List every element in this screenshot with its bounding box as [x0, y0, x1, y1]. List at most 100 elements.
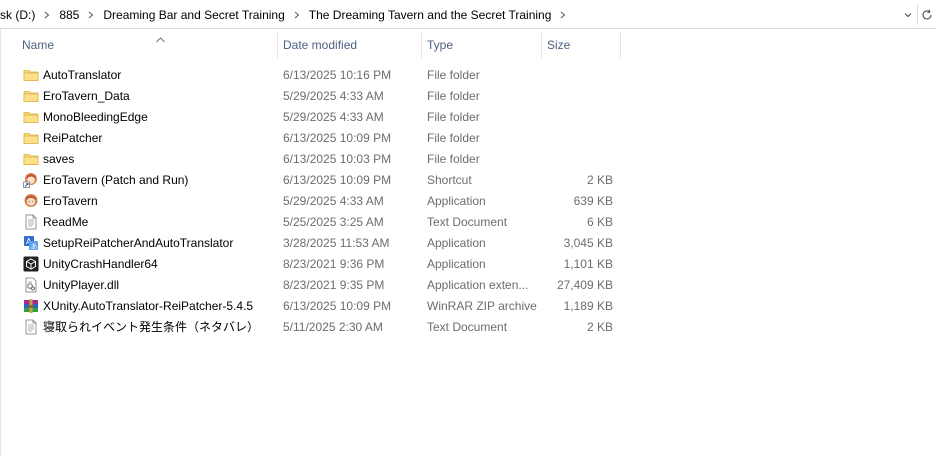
file-name-cell: EroTavern: [23, 190, 275, 211]
file-size: 6 KB: [586, 214, 613, 229]
file-name-cell: EroTavern (Patch and Run): [23, 169, 275, 190]
sort-ascending-icon: [156, 32, 165, 46]
file-type: File folder: [427, 67, 480, 82]
unity-icon: [23, 256, 39, 272]
column-header-type-label: Type: [427, 38, 454, 52]
file-row[interactable]: UnityCrashHandler64 8/23/2021 9:36 PM Appl…: [19, 253, 619, 274]
file-name-cell: AutoTranslator: [23, 64, 275, 85]
breadcrumb-885[interactable]: 885: [55, 8, 83, 22]
file-type: WinRAR ZIP archive: [427, 298, 537, 313]
breadcrumb: sk (D:) 885 Dreaming Bar and Secret Trai…: [0, 0, 571, 29]
file-date-modified: 5/29/2025 4:33 AM: [283, 109, 384, 124]
file-name: XUnity.AutoTranslator-ReiPatcher-5.4.5: [43, 298, 254, 313]
file-type: File folder: [427, 109, 480, 124]
file-date-modified: 8/23/2021 9:36 PM: [283, 256, 385, 271]
file-size: 1,101 KB: [563, 256, 613, 271]
navigation-pane-edge: [0, 29, 1, 457]
file-row[interactable]: MonoBleedingEdge 5/29/2025 4:33 AM File fo…: [19, 106, 619, 127]
address-bar-controls: [899, 0, 936, 29]
translator-app-icon: Aあ: [23, 235, 39, 251]
address-bar[interactable]: sk (D:) 885 Dreaming Bar and Secret Trai…: [0, 0, 936, 29]
chevron-down-icon[interactable]: [899, 1, 917, 29]
file-name: saves: [43, 151, 75, 166]
file-name: 寝取られイベント発生条件（ネタバレ）: [43, 320, 260, 334]
file-size: 27,409 KB: [556, 277, 613, 292]
file-row[interactable]: EroTavern_Data 5/29/2025 4:33 AM File fold…: [19, 85, 619, 106]
anime-app-icon: [23, 193, 39, 209]
file-size: 2 KB: [586, 319, 613, 334]
file-type: Text Document: [427, 319, 508, 334]
file-name-cell: UnityPlayer.dll: [23, 274, 275, 295]
file-type: File folder: [427, 151, 480, 166]
column-header-type[interactable]: Type: [421, 30, 542, 60]
column-header-name[interactable]: Name: [16, 30, 278, 60]
file-name-cell: UnityCrashHandler64: [23, 253, 275, 274]
breadcrumb-current-folder[interactable]: The Dreaming Tavern and the Secret Train…: [305, 8, 556, 22]
file-type: Shortcut: [427, 172, 472, 187]
file-type: Application exten...: [427, 277, 529, 292]
file-name: EroTavern (Patch and Run): [43, 172, 189, 187]
text-document-icon: [23, 214, 39, 230]
chevron-right-icon[interactable]: [83, 7, 99, 23]
file-name-cell: MonoBleedingEdge: [23, 106, 275, 127]
column-divider[interactable]: [620, 32, 621, 58]
column-header-name-label: Name: [22, 38, 55, 52]
file-row[interactable]: ReadMe 5/25/2025 3:25 AM Text Document 6 KB: [19, 211, 619, 232]
file-name-cell: Aあ SetupReiPatcherAndAutoTranslator: [23, 232, 275, 253]
file-row[interactable]: 寝取られイベント発生条件（ネタバレ） 5/11/2025 2:30 AM Text …: [19, 316, 619, 337]
file-size: [541, 148, 613, 169]
file-row[interactable]: XUnity.AutoTranslator-ReiPatcher-5.4.5 6/…: [19, 295, 619, 316]
file-name-cell: saves: [23, 148, 275, 169]
file-size: [541, 85, 613, 106]
file-type: Application: [427, 256, 486, 271]
file-size: 3,045 KB: [563, 235, 613, 250]
file-name: EroTavern_Data: [43, 88, 130, 103]
file-date-modified: 6/13/2025 10:09 PM: [283, 130, 392, 145]
folder-icon: [23, 130, 39, 146]
file-name-cell: 寝取られイベント発生条件（ネタバレ）: [23, 316, 275, 337]
file-name: ReiPatcher: [43, 130, 103, 145]
file-name: UnityPlayer.dll: [43, 277, 120, 292]
file-size: [541, 64, 613, 85]
file-type: File folder: [427, 130, 480, 145]
file-name: SetupReiPatcherAndAutoTranslator: [43, 235, 234, 250]
column-header-size[interactable]: Size: [541, 30, 621, 60]
file-date-modified: 6/13/2025 10:03 PM: [283, 151, 392, 166]
file-date-modified: 6/13/2025 10:09 PM: [283, 298, 392, 313]
file-date-modified: 3/28/2025 11:53 AM: [283, 235, 390, 250]
file-row[interactable]: saves 6/13/2025 10:03 PM File folder: [19, 148, 619, 169]
breadcrumb-dreaming-bar[interactable]: Dreaming Bar and Secret Training: [99, 8, 288, 22]
file-date-modified: 5/29/2025 4:33 AM: [283, 193, 384, 208]
svg-text:あ: あ: [31, 242, 38, 250]
file-type: Application: [427, 193, 486, 208]
chevron-right-icon[interactable]: [289, 7, 305, 23]
file-row[interactable]: UnityPlayer.dll 8/23/2021 9:35 PM Applicat…: [19, 274, 619, 295]
file-name: EroTavern: [43, 193, 98, 208]
file-row[interactable]: EroTavern (Patch and Run) 6/13/2025 10:09…: [19, 169, 619, 190]
column-header-size-label: Size: [547, 38, 571, 52]
file-size: 2 KB: [586, 172, 613, 187]
text-document-icon: [23, 319, 39, 335]
breadcrumb-drive[interactable]: sk (D:): [0, 8, 39, 22]
chevron-right-icon[interactable]: [555, 7, 571, 23]
file-name: ReadMe: [43, 214, 89, 229]
file-date-modified: 8/23/2021 9:35 PM: [283, 277, 385, 292]
column-header-date[interactable]: Date modified: [277, 30, 422, 60]
file-row[interactable]: AutoTranslator 6/13/2025 10:16 PM File fol…: [19, 64, 619, 85]
file-name-cell: ReadMe: [23, 211, 275, 232]
dll-icon: [23, 277, 39, 293]
file-row[interactable]: EroTavern 5/29/2025 4:33 AM Application 639…: [19, 190, 619, 211]
file-row[interactable]: Aあ SetupReiPatcherAndAutoTranslator 3/28/…: [19, 232, 619, 253]
chevron-right-icon[interactable]: [39, 7, 55, 23]
folder-icon: [23, 67, 39, 83]
refresh-icon[interactable]: [918, 1, 936, 29]
file-date-modified: 5/11/2025 2:30 AM: [283, 319, 383, 334]
file-name-cell: XUnity.AutoTranslator-ReiPatcher-5.4.5: [23, 295, 275, 316]
anime-shortcut-icon: [23, 172, 39, 188]
folder-icon: [23, 109, 39, 125]
file-row[interactable]: ReiPatcher 6/13/2025 10:09 PM File folder: [19, 127, 619, 148]
file-name: MonoBleedingEdge: [43, 109, 148, 124]
file-date-modified: 6/13/2025 10:09 PM: [283, 172, 392, 187]
file-name-cell: EroTavern_Data: [23, 85, 275, 106]
file-name-cell: ReiPatcher: [23, 127, 275, 148]
